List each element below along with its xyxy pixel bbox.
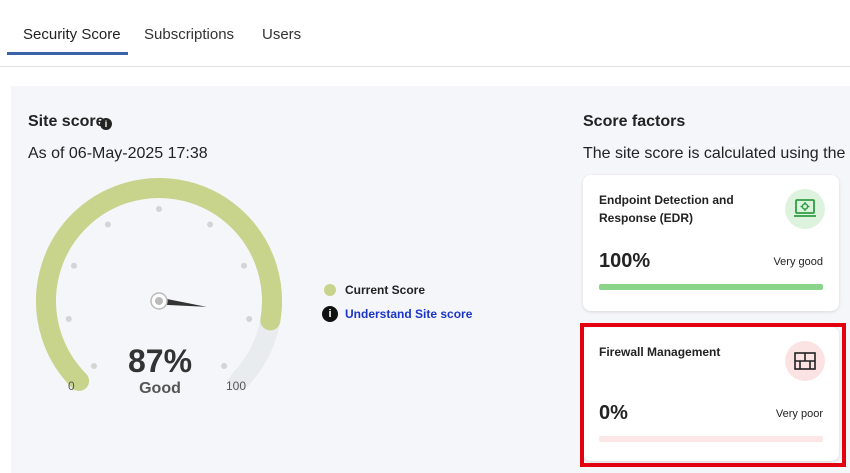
gauge-tick (221, 363, 228, 370)
gauge-tick (240, 262, 247, 269)
laptop-shield-icon (785, 189, 825, 229)
gauge-tick (156, 206, 162, 212)
factor-progress-fill (599, 284, 823, 290)
tab-subscriptions[interactable]: Subscriptions (144, 26, 234, 43)
gauge-tick (207, 221, 214, 228)
site-score-title: Site score (28, 113, 105, 130)
score-rating: Good (139, 380, 181, 397)
gauge-tick (90, 363, 97, 370)
gauge-tick (71, 262, 78, 269)
factor-progress-bar (599, 284, 823, 290)
info-icon[interactable]: i (100, 118, 112, 130)
highlight-box (580, 323, 846, 467)
gauge-max-label: 100 (226, 379, 247, 393)
current-score-dot (324, 284, 336, 296)
gauge-tick (65, 315, 72, 322)
gauge-min-label: 0 (68, 379, 75, 393)
understand-site-score-link[interactable]: Understand Site score (345, 307, 472, 321)
current-score-label: Current Score (345, 283, 426, 297)
score-factors-description: The site score is calculated using the (583, 145, 846, 162)
gauge-needle-center (155, 297, 163, 305)
score-factors-title: Score factors (583, 113, 686, 130)
gauge-tick (104, 221, 111, 228)
factor-percent: 100% (599, 250, 651, 272)
factor-name: Endpoint Detection and Response (EDR) (599, 193, 734, 225)
tab-users[interactable]: Users (262, 26, 301, 43)
gauge-tick (246, 315, 253, 322)
score-percent: 87% (127, 343, 193, 379)
tab-security-score[interactable]: Security Score (23, 26, 121, 43)
factor-card-edr[interactable]: Endpoint Detection and Response (EDR) 10… (583, 175, 839, 311)
factor-rating: Very good (773, 256, 823, 268)
tab-bar: Security Score Subscriptions Users (0, 0, 850, 67)
info-icon: i (322, 306, 338, 322)
active-tab-indicator (7, 52, 128, 55)
